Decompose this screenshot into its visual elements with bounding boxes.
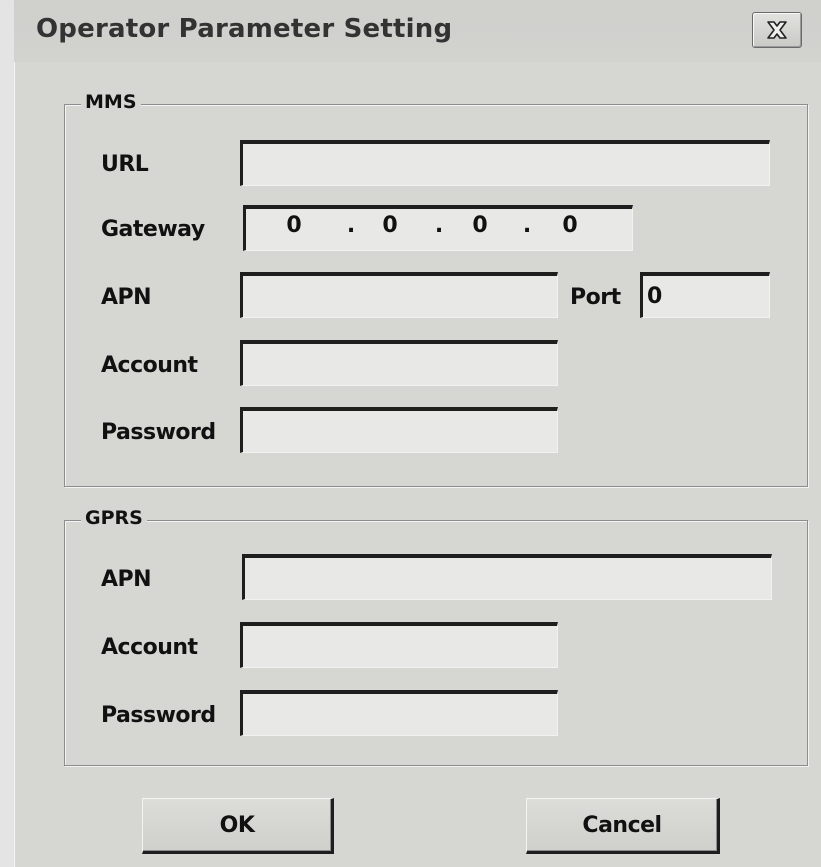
mms-account-label: Account — [101, 353, 198, 378]
gateway-dot-2: . — [434, 213, 444, 238]
operator-parameter-dialog: Operator Parameter Setting MMS URL Gatew… — [14, 0, 821, 867]
gprs-apn-label: APN — [101, 567, 152, 592]
dialog-title: Operator Parameter Setting — [36, 14, 453, 44]
gprs-account-field[interactable] — [240, 622, 558, 668]
port-label: Port — [570, 285, 621, 310]
gateway-octet-2[interactable]: 0 — [370, 213, 410, 238]
url-label: URL — [101, 152, 149, 177]
cancel-button[interactable]: Cancel — [526, 798, 720, 854]
gprs-password-label: Password — [101, 703, 216, 728]
gateway-label: Gateway — [101, 217, 205, 242]
gprs-legend: GPRS — [81, 507, 147, 529]
gateway-octet-1[interactable]: 0 — [274, 213, 314, 238]
gateway-dot-1: . — [346, 213, 356, 238]
gprs-account-label: Account — [101, 635, 198, 660]
mms-legend: MMS — [81, 91, 141, 113]
port-field[interactable] — [640, 272, 770, 318]
close-button[interactable] — [752, 12, 802, 48]
url-field[interactable] — [240, 140, 770, 186]
mms-apn-field[interactable] — [240, 272, 558, 318]
mms-password-label: Password — [101, 420, 216, 445]
close-icon — [767, 21, 787, 39]
mms-account-field[interactable] — [240, 340, 558, 386]
gateway-octet-3[interactable]: 0 — [460, 213, 500, 238]
title-bar[interactable]: Operator Parameter Setting — [14, 0, 821, 62]
gateway-dot-3: . — [522, 213, 532, 238]
gprs-apn-field[interactable] — [242, 554, 772, 600]
mms-password-field[interactable] — [240, 407, 558, 453]
gateway-ip-field[interactable]: 0 . 0 . 0 . 0 — [243, 205, 633, 251]
gprs-password-field[interactable] — [240, 690, 558, 736]
mms-apn-label: APN — [101, 285, 152, 310]
ok-button[interactable]: OK — [142, 798, 334, 854]
gateway-octet-4[interactable]: 0 — [550, 213, 590, 238]
